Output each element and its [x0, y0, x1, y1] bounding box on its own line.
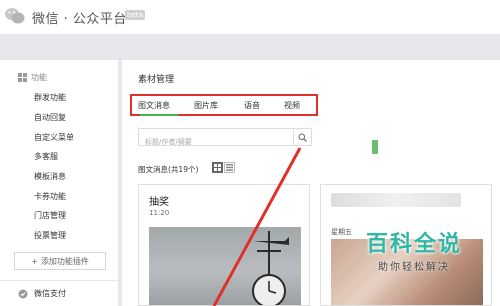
watermark-main-text: 百科全说 — [365, 232, 462, 257]
watermark-sub-text: 助你轻松解决 — [378, 262, 450, 273]
beta-badge: beta — [125, 10, 145, 20]
list-view-button[interactable] — [224, 162, 235, 173]
add-plugin-button[interactable]: + 添加功能插件 — [14, 252, 106, 270]
card-title: 抽奖 — [149, 197, 169, 208]
weathervane-clock-image — [252, 231, 289, 305]
tab-voice[interactable]: 语音 — [244, 100, 260, 111]
item-count: 图文消息(共19个) — [138, 165, 199, 174]
plus-icon: + — [31, 256, 38, 266]
sidebar-item-coupons[interactable]: 卡券功能 — [34, 191, 66, 202]
page-title: 素材管理 — [138, 75, 175, 85]
search-box — [138, 128, 312, 150]
sidebar-item-store-management[interactable]: 门店管理 — [34, 210, 66, 221]
grid-view-button[interactable] — [212, 162, 223, 173]
search-button[interactable] — [293, 129, 311, 145]
sidebar-section-title: 功能 — [31, 73, 47, 82]
green-accent — [372, 140, 378, 154]
view-toggle — [212, 162, 235, 173]
sidebar-item-customer-service[interactable]: 多客服 — [34, 151, 58, 162]
tab-images[interactable]: 图片库 — [194, 100, 218, 111]
sidebar-section-header: 功能 — [18, 72, 47, 83]
active-tab-indicator — [140, 114, 178, 116]
watermark: 百科全说 助你轻松解决 — [340, 232, 488, 286]
sidebar-item-vote-management[interactable]: 投票管理 — [34, 230, 66, 241]
blurred-title — [331, 193, 461, 207]
grid-view-icon — [214, 164, 221, 171]
tab-news[interactable]: 图文消息 — [138, 100, 170, 111]
sidebar-divider — [0, 280, 118, 281]
wechat-pay-label: 微信支付 — [34, 289, 66, 298]
sidebar-item-custom-menu[interactable]: 自定义菜单 — [34, 132, 74, 143]
material-tabs: 图文消息 图片库 语音 视频 — [130, 94, 318, 116]
pay-icon — [18, 289, 28, 298]
top-bar: 微信 · 公众平台 beta — [0, 0, 500, 34]
list-view-icon — [226, 164, 233, 171]
sidebar-item-auto-reply[interactable]: 自动回复 — [34, 112, 66, 123]
search-icon — [298, 133, 307, 142]
tab-video[interactable]: 视频 — [284, 100, 300, 111]
grid-icon — [18, 73, 27, 82]
sidebar: 功能 群发功能 自动回复 自定义菜单 多客服 模板消息 卡券功能 门店管理 投票… — [0, 60, 118, 306]
sidebar-item-mass-send[interactable]: 群发功能 — [34, 92, 66, 103]
sidebar-item-template-message[interactable]: 模板消息 — [34, 171, 66, 182]
wechat-logo-icon — [5, 8, 25, 24]
search-input[interactable] — [139, 134, 289, 150]
add-plugin-label: 添加功能插件 — [40, 256, 89, 266]
platform-title[interactable]: 微信 · 公众平台 — [32, 8, 127, 27]
card-time: 11:20 — [149, 209, 170, 217]
sidebar-item-wechat-pay[interactable]: 微信支付 — [18, 288, 66, 299]
news-card[interactable]: 抽奖 11:20 — [138, 184, 310, 306]
card-cover-image — [149, 227, 301, 305]
